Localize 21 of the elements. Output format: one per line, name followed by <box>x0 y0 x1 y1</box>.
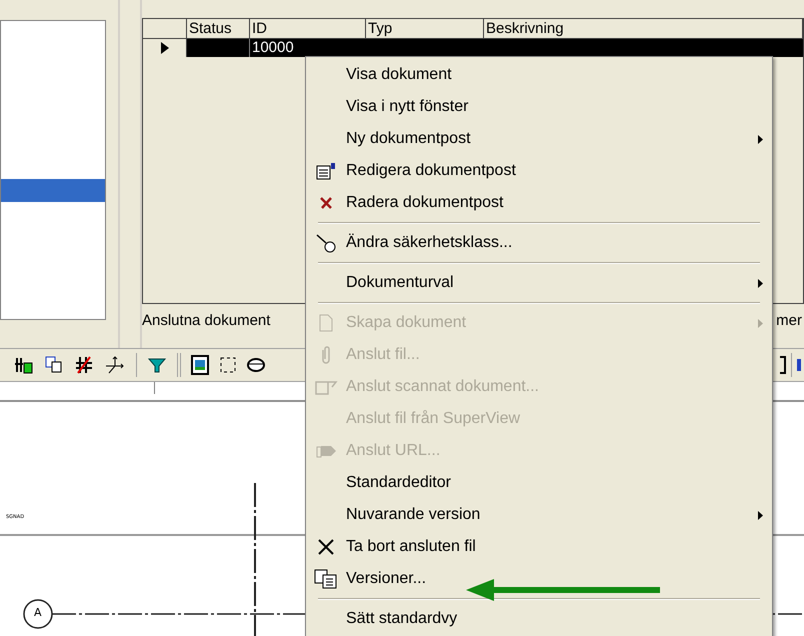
menu-item[interactable]: Ta bort ansluten fil <box>306 531 772 563</box>
column-header[interactable]: Status <box>187 19 250 38</box>
menu-item[interactable]: Visa dokument <box>306 59 772 91</box>
column-header[interactable]: Beskrivning <box>484 19 803 38</box>
menu-item[interactable]: Nuvarande version <box>306 499 772 531</box>
menu-item[interactable]: Radera dokumentpost <box>306 187 772 219</box>
menu-item[interactable]: Standardeditor <box>306 467 772 499</box>
menu-item[interactable]: Visa i nytt fönster <box>306 91 772 123</box>
menu-item[interactable]: Versioner... <box>306 563 772 595</box>
menu-item[interactable]: Dokumenturval <box>306 267 772 299</box>
menu-item[interactable]: Ändra säkerhetsklass... <box>306 227 772 259</box>
table-row[interactable]: 10000 <box>143 39 803 57</box>
table-cell-text: 10000 <box>251 39 295 57</box>
menu-item[interactable]: Sätt standardvy <box>306 603 772 635</box>
status-text: Anslutna dokument <box>142 310 270 331</box>
axis-label: A <box>34 607 42 619</box>
column-header[interactable]: ID <box>250 19 366 38</box>
menu-item[interactable]: Redigera dokumentpost <box>306 155 772 187</box>
status-text: mer <box>776 310 803 331</box>
menu-item[interactable]: Ny dokumentpost <box>306 123 772 155</box>
column-header[interactable]: Typ <box>366 19 484 38</box>
